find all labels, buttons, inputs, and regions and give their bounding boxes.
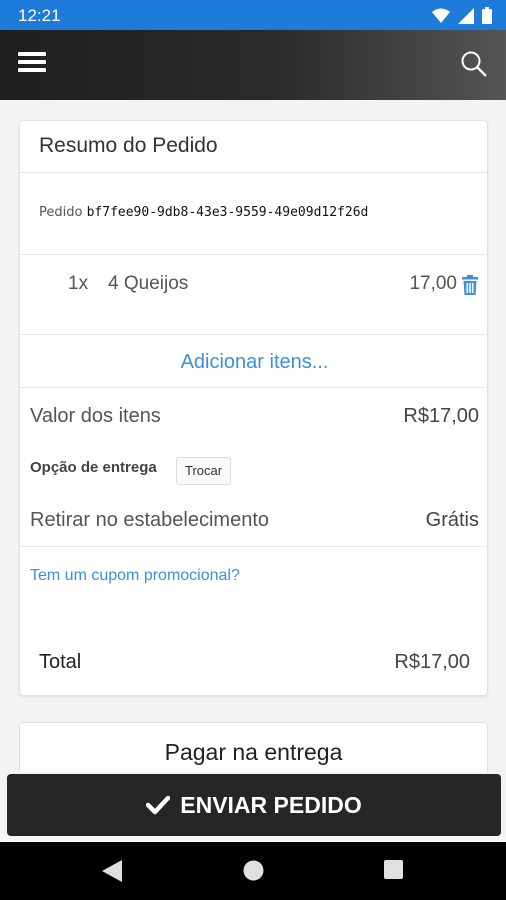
order-id-label: Pedido <box>39 205 83 220</box>
pickup-label: Retirar no estabelecimento <box>30 509 270 531</box>
wifi-icon <box>432 8 450 23</box>
main-content: Resumo do Pedido Pedido bf7fee90-9db8-43… <box>0 100 506 772</box>
delivery-option-row: Opção de entrega Trocar <box>20 457 489 487</box>
list-item: 1x 4 Queijos 17,00 <box>20 273 489 297</box>
item-price: 17,00 <box>409 273 457 294</box>
order-id-value: bf7fee90-9db8-43e3-9559-49e09d12f26d <box>86 205 369 220</box>
change-delivery-button[interactable]: Trocar <box>176 457 232 485</box>
trash-icon[interactable] <box>461 275 479 295</box>
order-summary-title: Resumo do Pedido <box>20 121 487 173</box>
order-summary-card: Resumo do Pedido Pedido bf7fee90-9db8-43… <box>19 120 489 696</box>
add-items-link[interactable]: Adicionar itens... <box>20 351 489 374</box>
total-label: Total <box>39 651 82 673</box>
item-quantity: 1x <box>68 273 89 294</box>
back-icon[interactable] <box>102 860 122 882</box>
coupon-link[interactable]: Tem um cupom promocional? <box>30 567 499 585</box>
items-value-amount: R$17,00 <box>403 405 479 427</box>
home-icon[interactable] <box>243 860 264 881</box>
send-order-button[interactable]: ENVIAR PEDIDO <box>7 774 501 836</box>
battery-icon <box>482 7 492 24</box>
items-value-label: Valor dos itens <box>30 405 161 427</box>
order-id-row: Pedido bf7fee90-9db8-43e3-9559-49e09d12f… <box>20 205 489 220</box>
checkmark-icon <box>146 795 171 815</box>
status-bar: 12:21 <box>0 0 506 30</box>
item-name: 4 Queijos <box>108 273 189 294</box>
hamburger-menu-icon[interactable] <box>18 52 46 78</box>
payment-card: Pagar na entrega <box>19 722 488 772</box>
recent-apps-icon[interactable] <box>384 860 403 879</box>
status-time: 12:21 <box>18 6 61 25</box>
divider <box>20 387 489 388</box>
send-order-label: ENVIAR PEDIDO <box>180 791 362 818</box>
divider <box>20 334 489 335</box>
divider <box>20 254 489 255</box>
signal-icon <box>458 7 474 24</box>
delivery-option-label: Opção de entrega <box>30 459 157 476</box>
pickup-price: Grátis <box>425 509 479 531</box>
divider <box>20 546 489 547</box>
app-bar <box>0 30 506 100</box>
system-nav-bar <box>0 842 506 900</box>
payment-title: Pagar na entrega <box>164 739 343 765</box>
total-value: R$17,00 <box>394 651 470 673</box>
search-icon[interactable] <box>460 50 488 78</box>
status-icons <box>432 7 492 24</box>
